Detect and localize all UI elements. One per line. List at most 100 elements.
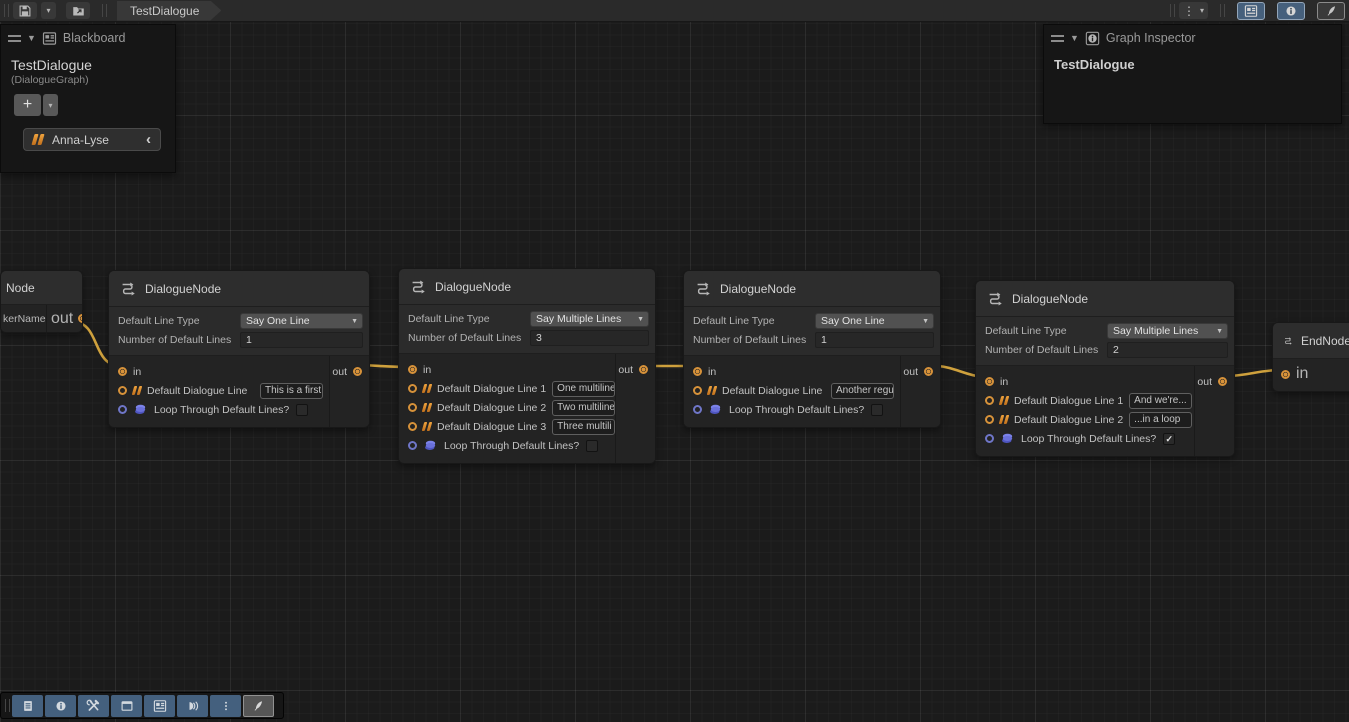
chevron-left-icon[interactable]: ‹ [146,132,151,147]
loop-checkbox[interactable] [871,404,883,416]
dialogue-line-input[interactable]: Three multili [552,419,615,435]
line-type-dropdown[interactable]: Say One Line▼ [815,313,934,329]
in-port[interactable] [693,367,702,376]
loop-checkbox[interactable]: ✓ [1163,433,1175,445]
loop-port[interactable] [118,405,127,414]
num-lines-input[interactable]: 3 [530,330,649,346]
window-toggle-button[interactable] [111,695,142,717]
flow-icon [409,278,427,296]
line-type-dropdown[interactable]: Say One Line▼ [240,313,363,329]
out-port[interactable] [78,314,83,323]
drag-handle-icon[interactable] [8,35,21,42]
dialogue-line-port[interactable] [693,386,702,395]
loop-port[interactable] [693,405,702,414]
toolbar-handle[interactable] [4,4,9,17]
chevron-down-icon: ▾ [46,6,50,15]
out-port-label: out [903,366,918,378]
save-button[interactable] [13,2,37,19]
line-type-label: Default Line Type [408,313,530,325]
out-port[interactable] [353,367,362,376]
breadcrumb[interactable]: TestDialogue [117,1,221,21]
blackboard-header[interactable]: ▼ Blackboard [1,25,175,51]
dialogue-line-input[interactable]: Two multiline [552,400,615,416]
node-dialogue-2[interactable]: DialogueNode Default Line TypeSay Multipl… [398,268,656,464]
node-end[interactable]: EndNodein [1272,322,1349,392]
in-port[interactable] [1281,370,1290,379]
node-title: DialogueNode [435,280,511,294]
toolbar-separator [1220,4,1225,17]
dialogue-line-input[interactable]: And we're... [1129,393,1192,409]
num-lines-label: Number of Default Lines [118,334,240,346]
graph-inspector-header[interactable]: ▼ Graph Inspector [1044,25,1341,51]
line-type-dropdown[interactable]: Say Multiple Lines▼ [1107,323,1228,339]
node-dialogue-1[interactable]: DialogueNodeDefault Line TypeSay One Lin… [108,270,370,428]
tools-toggle-button[interactable] [78,695,109,717]
loop-port[interactable] [408,441,417,450]
chevron-down-icon: ▼ [922,318,929,325]
dialogue-line-label: Default Dialogue Line 1 [1014,395,1123,407]
in-port[interactable] [985,377,994,386]
toolbar-separator [1170,4,1175,17]
loop-icon [1000,432,1015,445]
in-port[interactable] [408,365,417,374]
out-port[interactable] [639,365,648,374]
line-type-dropdown[interactable]: Say Multiple Lines▼ [530,311,649,327]
blackboard-panel[interactable]: ▼ Blackboard TestDialogue (DialogueGraph… [0,24,176,173]
console-toggle-button[interactable] [12,695,43,717]
collapse-arrow-icon[interactable]: ▼ [1070,33,1079,43]
loop-label: Loop Through Default Lines? [1021,433,1156,445]
blackboard-toggle-button[interactable] [1237,2,1265,20]
chevron-down-icon: ▼ [351,318,358,325]
dialogue-preview-button[interactable] [177,695,208,717]
num-lines-input[interactable]: 2 [1107,342,1228,358]
dialogue-line-port[interactable] [408,403,417,412]
in-port[interactable] [118,367,127,376]
loop-checkbox[interactable] [586,440,598,452]
collapse-arrow-icon[interactable]: ▼ [27,33,36,43]
dialogue-line-port[interactable] [408,422,417,431]
dialogue-line-input[interactable]: Another regu [831,383,894,399]
node-dialogue-4[interactable]: DialogueNodeDefault Line TypeSay Multipl… [975,280,1235,457]
dialogue-line-port[interactable] [985,396,994,405]
node-start-partial[interactable]: NodekerNameout [0,270,83,333]
feather-icon [252,699,265,712]
out-port[interactable] [924,367,933,376]
preview-feather-button[interactable] [243,695,274,717]
preview-toggle-button[interactable] [1317,2,1345,20]
options-menu-button[interactable]: ⋮ ▾ [1179,2,1208,19]
blackboard-icon [1244,4,1258,18]
graph-inspector-toggle-button[interactable] [1277,2,1305,20]
blackboard-icon [153,699,167,713]
num-lines-input[interactable]: 1 [240,332,363,348]
node-dialogue-3[interactable]: DialogueNodeDefault Line TypeSay One Lin… [683,270,941,428]
quote-icon [707,386,718,395]
save-dropdown-button[interactable]: ▾ [41,2,56,19]
num-lines-label: Number of Default Lines [693,334,815,346]
dialogue-line-port[interactable] [118,386,127,395]
blackboard-toggle-button[interactable] [144,695,175,717]
quote-icon [422,403,433,412]
dialogue-line-port[interactable] [408,384,417,393]
blackboard-field-anna-lyse[interactable]: Anna-Lyse ‹ [23,128,161,151]
dialogue-line-input[interactable]: ...in a loop [1129,412,1192,428]
top-toolbar: ▾ TestDialogue ⋮ ▾ [0,0,1349,22]
drag-handle-icon[interactable] [1051,35,1064,42]
add-field-dropdown-button[interactable]: ▾ [43,94,58,116]
info-toggle-button[interactable] [45,695,76,717]
line-type-label: Default Line Type [693,315,815,327]
toolbar-handle[interactable] [5,699,10,712]
kebab-menu-button[interactable] [210,695,241,717]
graph-inspector-panel[interactable]: ▼ Graph Inspector TestDialogue [1043,24,1342,124]
loop-checkbox[interactable] [296,404,308,416]
chevron-down-icon: ▼ [1216,328,1223,335]
dialogue-line-port[interactable] [985,415,994,424]
out-port[interactable] [1218,377,1227,386]
loop-port[interactable] [985,434,994,443]
num-lines-input[interactable]: 1 [815,332,934,348]
node-title: DialogueNode [1012,292,1088,306]
add-field-button[interactable]: + [14,94,41,116]
out-port-label: out [332,366,347,378]
open-asset-button[interactable] [66,2,90,19]
dialogue-line-input[interactable]: This is a first [260,383,323,399]
dialogue-line-input[interactable]: One multiline [552,381,615,397]
